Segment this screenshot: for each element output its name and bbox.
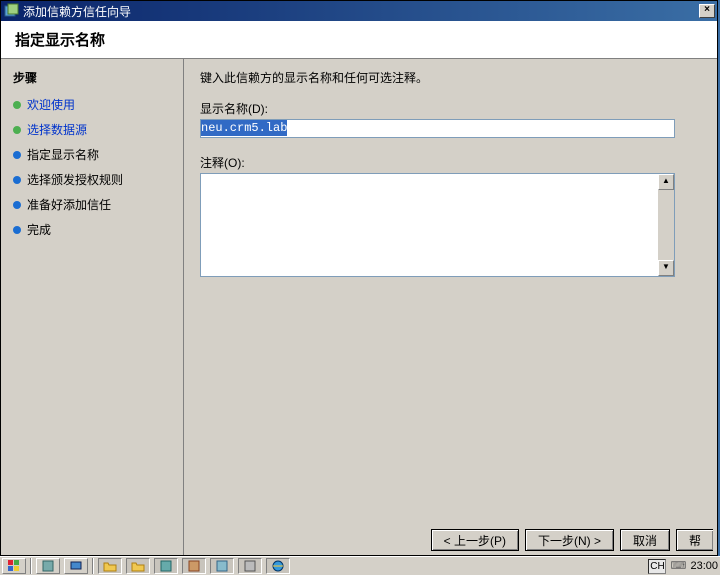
display-name-input[interactable]: neu.crm5.lab: [200, 119, 675, 138]
window-title: 添加信赖方信任向导: [23, 3, 699, 20]
step-label: 准备好添加信任: [27, 196, 111, 213]
display-name-label: 显示名称(D):: [200, 100, 703, 117]
scrollbar-vertical[interactable]: ▲ ▼: [658, 174, 674, 276]
step-finish[interactable]: 完成: [13, 221, 171, 238]
app-icon: [187, 559, 201, 573]
taskbar-item[interactable]: [210, 558, 234, 574]
taskbar-separator: [30, 558, 32, 574]
step-authorization[interactable]: 选择颁发授权规则: [13, 171, 171, 188]
bullet-icon: [13, 201, 21, 209]
scroll-down-icon[interactable]: ▼: [658, 260, 674, 276]
taskbar-item[interactable]: [238, 558, 262, 574]
help-button[interactable]: 帮: [676, 529, 713, 551]
bullet-icon: [13, 151, 21, 159]
bullet-icon: [13, 226, 21, 234]
step-label: 选择数据源: [27, 121, 87, 138]
wizard-window: 添加信赖方信任向导 × 指定显示名称 步骤 欢迎使用 选择数据源 指定显示名称 …: [0, 0, 718, 556]
bullet-icon: [13, 126, 21, 134]
step-label: 欢迎使用: [27, 96, 75, 113]
folder-icon: [103, 559, 117, 573]
server-icon: [41, 559, 55, 573]
folder-icon: [131, 559, 145, 573]
taskbar-item[interactable]: [182, 558, 206, 574]
taskbar-item[interactable]: [126, 558, 150, 574]
tray-keyboard-icon[interactable]: ⌨: [670, 559, 686, 573]
step-label: 选择颁发授权规则: [27, 171, 123, 188]
app-icon: [159, 559, 173, 573]
step-datasource[interactable]: 选择数据源: [13, 121, 171, 138]
step-welcome[interactable]: 欢迎使用: [13, 96, 171, 113]
language-indicator[interactable]: CH: [648, 559, 666, 574]
next-button[interactable]: 下一步(N) >: [525, 529, 614, 551]
ie-icon: [271, 559, 285, 573]
app-icon: [3, 3, 19, 19]
taskbar-item[interactable]: [36, 558, 60, 574]
taskbar-item[interactable]: [266, 558, 290, 574]
step-displayname[interactable]: 指定显示名称: [13, 146, 171, 163]
steps-sidebar: 步骤 欢迎使用 选择数据源 指定显示名称 选择颁发授权规则 准备好添加信任: [1, 59, 184, 555]
taskbar-item[interactable]: [64, 558, 88, 574]
clock[interactable]: 23:00: [690, 560, 720, 572]
start-icon: [7, 559, 21, 573]
instruction-text: 键入此信赖方的显示名称和任何可选注释。: [200, 69, 703, 86]
sidebar-title: 步骤: [13, 69, 171, 86]
button-row: < 上一步(P) 下一步(N) > 取消 帮: [431, 529, 713, 551]
close-button[interactable]: ×: [699, 4, 715, 18]
notes-container: ▲ ▼: [200, 173, 675, 277]
page-header: 指定显示名称: [1, 21, 717, 59]
notes-textarea[interactable]: [201, 174, 658, 276]
step-ready[interactable]: 准备好添加信任: [13, 196, 171, 213]
notes-label: 注释(O):: [200, 154, 703, 171]
step-label: 完成: [27, 221, 51, 238]
bullet-icon: [13, 101, 21, 109]
content-area: 步骤 欢迎使用 选择数据源 指定显示名称 选择颁发授权规则 准备好添加信任: [1, 59, 717, 555]
prev-button[interactable]: < 上一步(P): [431, 529, 519, 551]
scroll-up-icon[interactable]: ▲: [658, 174, 674, 190]
taskbar-item[interactable]: [98, 558, 122, 574]
page-title: 指定显示名称: [15, 29, 105, 50]
main-panel: 键入此信赖方的显示名称和任何可选注释。 显示名称(D): neu.crm5.la…: [184, 59, 717, 555]
display-name-value: neu.crm5.lab: [201, 120, 287, 136]
app-icon: [243, 559, 257, 573]
taskbar: CH ⌨ 23:00: [0, 556, 720, 575]
taskbar-item[interactable]: [154, 558, 178, 574]
step-label: 指定显示名称: [27, 146, 99, 163]
titlebar: 添加信赖方信任向导 ×: [1, 1, 717, 21]
app-icon: [215, 559, 229, 573]
monitor-icon: [69, 559, 83, 573]
cancel-button[interactable]: 取消: [620, 529, 670, 551]
bullet-icon: [13, 176, 21, 184]
start-button[interactable]: [2, 558, 26, 574]
taskbar-separator: [92, 558, 94, 574]
